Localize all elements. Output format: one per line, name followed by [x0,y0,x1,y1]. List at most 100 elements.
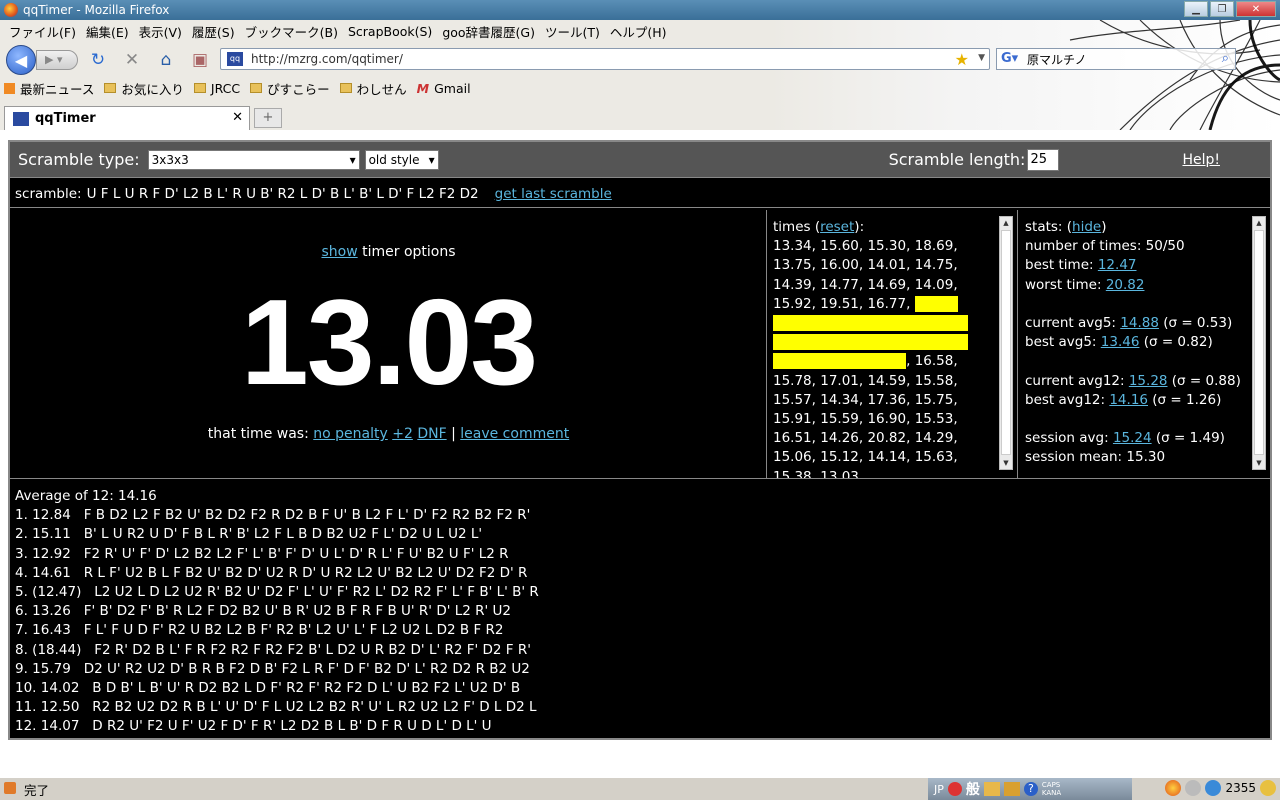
best-avg5-link[interactable]: 13.46 [1101,334,1140,350]
close-button[interactable]: ✕ [1236,1,1276,17]
average-details-pane: Average of 12: 14.16 1. 12.84 F B D2 L2 … [10,478,1270,740]
best-avg5-label: best avg5: [1025,334,1101,351]
reload-icon[interactable]: ↻ [88,50,108,70]
maximize-button[interactable]: ❐ [1210,1,1234,17]
bookmark-favorites[interactable]: お気に入り [104,79,184,98]
window-titlebar: qqTimer - Mozilla Firefox ▁ ❐ ✕ [0,0,1280,20]
scroll-thumb[interactable] [1254,230,1264,455]
menu-help[interactable]: ヘルプ(H) [605,22,672,41]
ime-dictionary-icon[interactable] [983,782,1000,796]
timer-display[interactable]: 13.03 [10,272,767,412]
session-avg-link[interactable]: 15.24 [1113,430,1152,446]
best-time-link[interactable]: 12.47 [1098,257,1137,273]
leave-comment-link[interactable]: leave comment [460,426,569,442]
times-label: times ( [773,219,821,235]
ime-bar: JP 般 ? CAPS KANA [928,778,1132,800]
scramble-length-label: Scramble length: [888,150,1026,169]
menu-goo-history[interactable]: goo辞書履歴(G) [437,22,540,41]
menu-file[interactable]: ファイル(F) [4,22,81,41]
bookmark-gmail[interactable]: M Gmail [417,81,471,96]
current-avg12-link[interactable]: 15.28 [1129,373,1168,389]
worst-time-label: worst time: [1025,276,1106,293]
url-text[interactable]: http://mzrg.com/qqtimer/ [251,52,403,66]
menu-tools[interactable]: ツール(T) [540,22,605,41]
scramble-length-input[interactable]: 25 [1027,148,1060,171]
search-box[interactable]: G▾ 原マルチノ ⌕ [996,48,1236,70]
scroll-up-icon[interactable]: ▲ [1253,217,1265,229]
firefox-tray-icon[interactable] [1165,780,1182,796]
bookmark-pisukora[interactable]: ぴすこらー [250,79,330,98]
stats-pane: stats: (hide) number of times: 50/50 bes… [1020,210,1270,478]
average-row: 9. 15.79 D2 U' R2 U2 D' B R B F2 D B' F2… [15,660,530,677]
reset-link[interactable]: reset [820,219,854,235]
browser-chrome: ファイル(F) 編集(E) 表示(V) 履歴(S) ブックマーク(B) Scra… [0,20,1280,130]
tray-number: 2355 [1225,781,1256,795]
google-search-engine-icon[interactable]: G▾ [1001,51,1018,66]
ime-tools-icon[interactable] [1003,782,1020,796]
tab-qqtimer[interactable]: qqTimer ✕ [4,106,250,130]
dnf-link[interactable]: DNF [417,426,446,442]
hide-stats-link[interactable]: hide [1072,219,1101,235]
average-row: 2. 15.11 B' L U R2 U D' F B L R' B' L2 F… [15,526,483,543]
smiley-icon[interactable] [1260,780,1276,796]
times-scrollbar[interactable]: ▲ ▼ [999,216,1013,470]
current-avg5-link[interactable]: 14.88 [1120,315,1159,331]
plus2-link[interactable]: +2 [392,426,413,442]
network-icon[interactable] [1205,780,1222,796]
help-link[interactable]: Help! [1182,152,1220,168]
ime-icon[interactable] [947,782,962,796]
session-mean: session mean: 15.30 [1025,449,1166,466]
new-tab-button[interactable]: + [254,108,282,128]
ime-lang[interactable]: JP [934,783,944,796]
menu-history[interactable]: 履歴(S) [187,22,240,41]
minimize-button[interactable]: ▁ [1184,1,1208,17]
scroll-thumb[interactable] [1001,230,1011,455]
scroll-down-icon[interactable]: ▼ [1000,457,1012,469]
scrapbook-icon[interactable]: ▣ [190,50,210,70]
average-row: 6. 13.26 F' B' D2 F' B' R L2 F D2 B2 U' … [15,603,511,620]
tab-close-icon[interactable]: ✕ [232,110,243,125]
scramble-type-select[interactable]: 3x3x3 [147,149,360,170]
bookmark-washisen[interactable]: わしせん [339,79,407,98]
stats-scrollbar[interactable]: ▲ ▼ [1252,216,1266,470]
scroll-down-icon[interactable]: ▼ [1253,457,1265,469]
bookmark-star-icon[interactable]: ★ [955,50,969,69]
menu-view[interactable]: 表示(V) [134,22,187,41]
show-timer-options-link[interactable]: show [321,244,357,260]
menu-edit[interactable]: 編集(E) [81,22,134,41]
folder-icon [104,83,117,93]
bookmark-jrcc[interactable]: JRCC [193,81,240,96]
bookmark-news[interactable]: 最新ニュース [4,79,94,98]
qqtimer-page: Scramble type: 3x3x3 old style Scramble … [8,140,1272,740]
search-icon[interactable]: ⌕ [1222,51,1229,66]
average-row: 11. 12.50 R2 B2 U2 D2 R B L' U' D' F L U… [15,699,537,716]
forward-button[interactable]: ▶ ▾ [36,50,78,70]
ime-help-icon[interactable]: ? [1023,782,1038,796]
search-input[interactable]: 原マルチノ [1027,51,1087,68]
back-button[interactable]: ◀ [6,45,36,75]
scramble-row: scramble: U F L U R F D' L2 B L' R U B' … [10,180,1270,208]
no-penalty-link[interactable]: no penalty [313,426,388,442]
home-icon[interactable]: ⌂ [156,50,176,70]
session-avg-label: session avg: [1025,430,1113,447]
get-last-scramble-link[interactable]: get last scramble [495,186,612,202]
scroll-up-icon[interactable]: ▲ [1000,217,1012,229]
menu-bookmarks[interactable]: ブックマーク(B) [240,22,343,41]
times-list: times (reset): 13.34, 15.60, 15.30, 18.6… [773,218,995,478]
site-favicon: qq [227,52,243,66]
ime-mode[interactable]: 般 [966,779,980,799]
average-row: 3. 12.92 F2 R' U' F' D' L2 B2 L2 F' L' B… [15,545,509,562]
worst-time-link[interactable]: 20.82 [1106,277,1145,293]
current-avg5-label: current avg5: [1025,315,1121,332]
stop-icon[interactable]: ✕ [122,50,142,70]
menu-scrapbook[interactable]: ScrapBook(S) [343,24,437,39]
gear-icon[interactable] [1185,780,1202,796]
scramble-style-select[interactable]: old style [364,149,439,170]
stats-list: stats: (hide) number of times: 50/50 bes… [1025,218,1250,468]
menu-bar: ファイル(F) 編集(E) 表示(V) 履歴(S) ブックマーク(B) Scra… [0,20,672,42]
address-bar[interactable]: qq http://mzrg.com/qqtimer/ ★ ▼ [220,48,990,70]
stats-label: stats: ( [1025,219,1073,235]
penalty-separator: | [451,426,456,442]
best-avg12-link[interactable]: 14.16 [1109,392,1148,408]
url-dropdown-icon[interactable]: ▼ [978,53,985,63]
